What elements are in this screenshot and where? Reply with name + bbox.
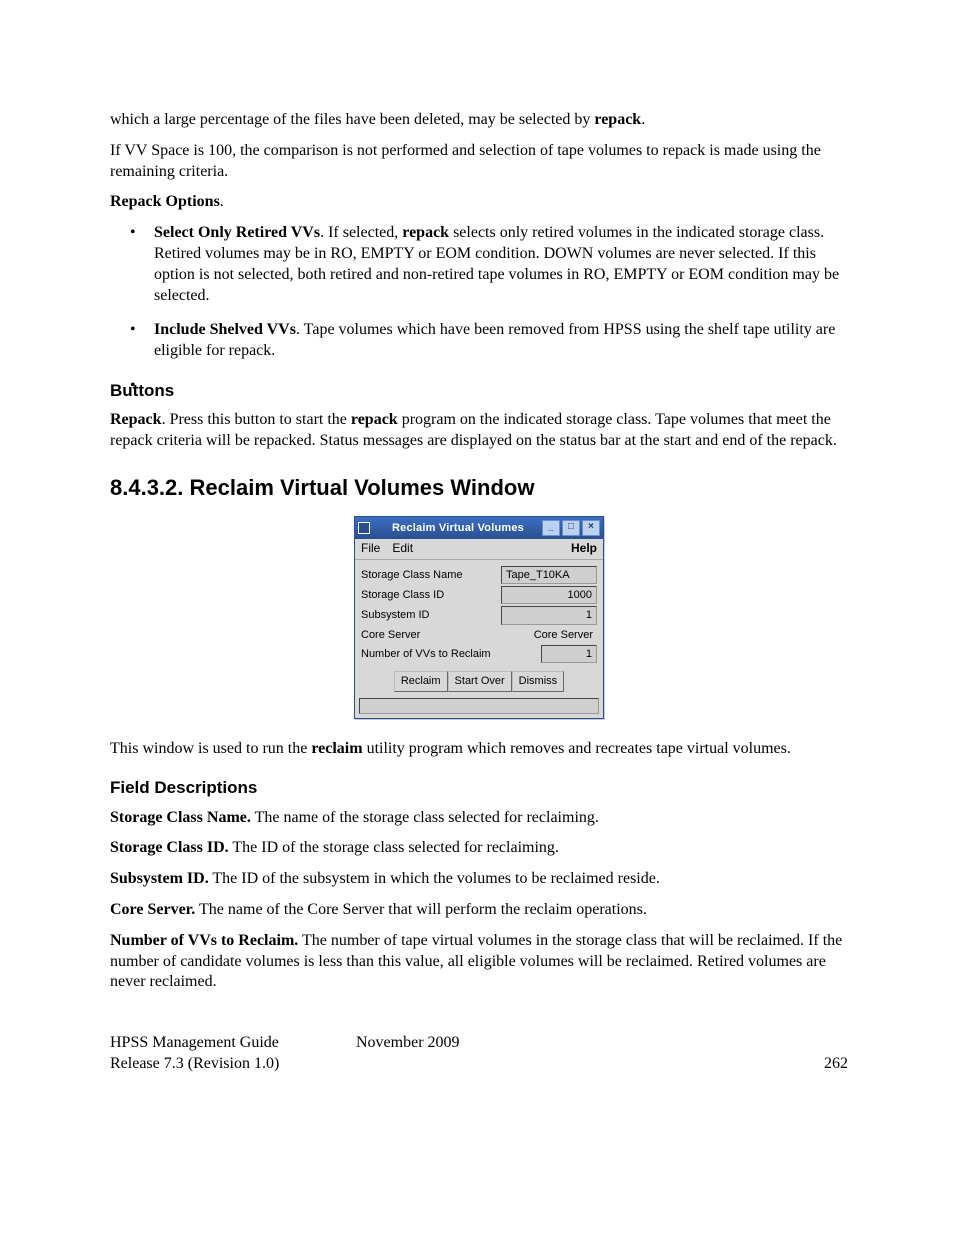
field-row: Storage Class Name Tape_T10KA (361, 566, 597, 584)
paragraph: This window is used to run the reclaim u… (110, 739, 848, 760)
dialog-title: Reclaim Virtual Volumes (376, 521, 540, 535)
menu-help[interactable]: Help (571, 541, 597, 557)
field-label: Core Server (361, 628, 503, 642)
close-button[interactable]: × (582, 520, 600, 536)
dialog-button-bar: Reclaim Start Over Dismiss (355, 667, 603, 697)
paragraph: Subsystem ID. The ID of the subsystem in… (110, 869, 848, 890)
text-bold: Select Only Retired VVs (154, 224, 320, 241)
field-label: Storage Class ID (361, 588, 501, 602)
paragraph: Repack Options. (110, 192, 848, 213)
text: . If selected, (320, 224, 402, 241)
text-bold: Core Server. (110, 901, 195, 918)
text-bold: repack (594, 111, 641, 128)
list-item: Select Only Retired VVs. If selected, re… (110, 223, 848, 306)
text: utility program which removes and recrea… (363, 740, 791, 757)
footer-guide: HPSS Management Guide (110, 1033, 356, 1054)
num-vvs-value[interactable]: 1 (541, 645, 597, 663)
start-over-button[interactable]: Start Over (448, 671, 512, 691)
text-bold: repack (351, 411, 398, 428)
field-row: Core Server Core Server (361, 627, 597, 643)
menu-edit[interactable]: Edit (392, 541, 413, 557)
field-label: Number of VVs to Reclaim (361, 647, 541, 661)
system-menu-icon[interactable] (358, 522, 370, 534)
footer-date: November 2009 (356, 1033, 602, 1054)
minimize-button[interactable]: _ (542, 520, 560, 536)
heading-field-descriptions: Field Descriptions (110, 777, 848, 799)
field-label: Subsystem ID (361, 608, 501, 622)
text: The ID of the storage class selected for… (229, 839, 559, 856)
text-bold: Include Shelved VVs (154, 321, 296, 338)
text-bold: Storage Class Name. (110, 809, 251, 826)
text: which a large percentage of the files ha… (110, 111, 594, 128)
maximize-button[interactable]: □ (562, 520, 580, 536)
dialog-statusbar (359, 698, 599, 714)
text-bold: repack (402, 224, 449, 241)
field-row: Subsystem ID 1 (361, 606, 597, 624)
field-row: Number of VVs to Reclaim 1 (361, 645, 597, 663)
dismiss-button[interactable]: Dismiss (512, 671, 565, 691)
list-item: Include Shelved VVs. Tape volumes which … (110, 320, 848, 362)
text-bold: Repack Options (110, 193, 220, 210)
dialog-menubar: File Edit Help (355, 539, 603, 560)
subsystem-id-value[interactable]: 1 (501, 606, 597, 624)
text: This window is used to run the (110, 740, 311, 757)
text-bold: Storage Class ID. (110, 839, 229, 856)
paragraph: Repack. Press this button to start the r… (110, 410, 848, 452)
text: . (220, 193, 224, 210)
core-server-value: Core Server (503, 627, 597, 643)
paragraph: Storage Class Name. The name of the stor… (110, 808, 848, 829)
menu-file[interactable]: File (361, 541, 380, 557)
heading-buttons: Buttons (110, 380, 848, 402)
text: The name of the storage class selected f… (251, 809, 599, 826)
paragraph: Core Server. The name of the Core Server… (110, 900, 848, 921)
text-bold: Number of VVs to Reclaim. (110, 932, 298, 949)
reclaim-dialog: Reclaim Virtual Volumes _ □ × File Edit … (354, 516, 604, 718)
text-bold: reclaim (311, 740, 362, 757)
storage-class-name-value[interactable]: Tape_T10KA (501, 566, 597, 584)
field-label: Storage Class Name (361, 568, 501, 582)
paragraph: If VV Space is 100, the comparison is no… (110, 141, 848, 183)
text-bold: Subsystem ID. (110, 870, 209, 887)
text: The name of the Core Server that will pe… (195, 901, 647, 918)
text: . Press this button to start the (162, 411, 351, 428)
paragraph: which a large percentage of the files ha… (110, 110, 848, 131)
paragraph: Storage Class ID. The ID of the storage … (110, 838, 848, 859)
bullet-list: Select Only Retired VVs. If selected, re… (110, 223, 848, 362)
reclaim-button[interactable]: Reclaim (394, 671, 448, 691)
page-footer: HPSS Management Guide Release 7.3 (Revis… (110, 1033, 848, 1075)
dialog-titlebar: Reclaim Virtual Volumes _ □ × (355, 517, 603, 539)
heading-reclaim-window: 8.4.3.2. Reclaim Virtual Volumes Window (110, 474, 848, 503)
footer-release: Release 7.3 (Revision 1.0) (110, 1054, 356, 1075)
text: . (641, 111, 645, 128)
dialog-fields: Storage Class Name Tape_T10KA Storage Cl… (355, 560, 603, 667)
text-bold: Repack (110, 411, 162, 428)
paragraph: Number of VVs to Reclaim. The number of … (110, 931, 848, 993)
dialog-figure: Reclaim Virtual Volumes _ □ × File Edit … (110, 516, 848, 718)
storage-class-id-value[interactable]: 1000 (501, 586, 597, 604)
footer-page-number: 262 (602, 1054, 848, 1075)
field-row: Storage Class ID 1000 (361, 586, 597, 604)
text: The ID of the subsystem in which the vol… (209, 870, 660, 887)
